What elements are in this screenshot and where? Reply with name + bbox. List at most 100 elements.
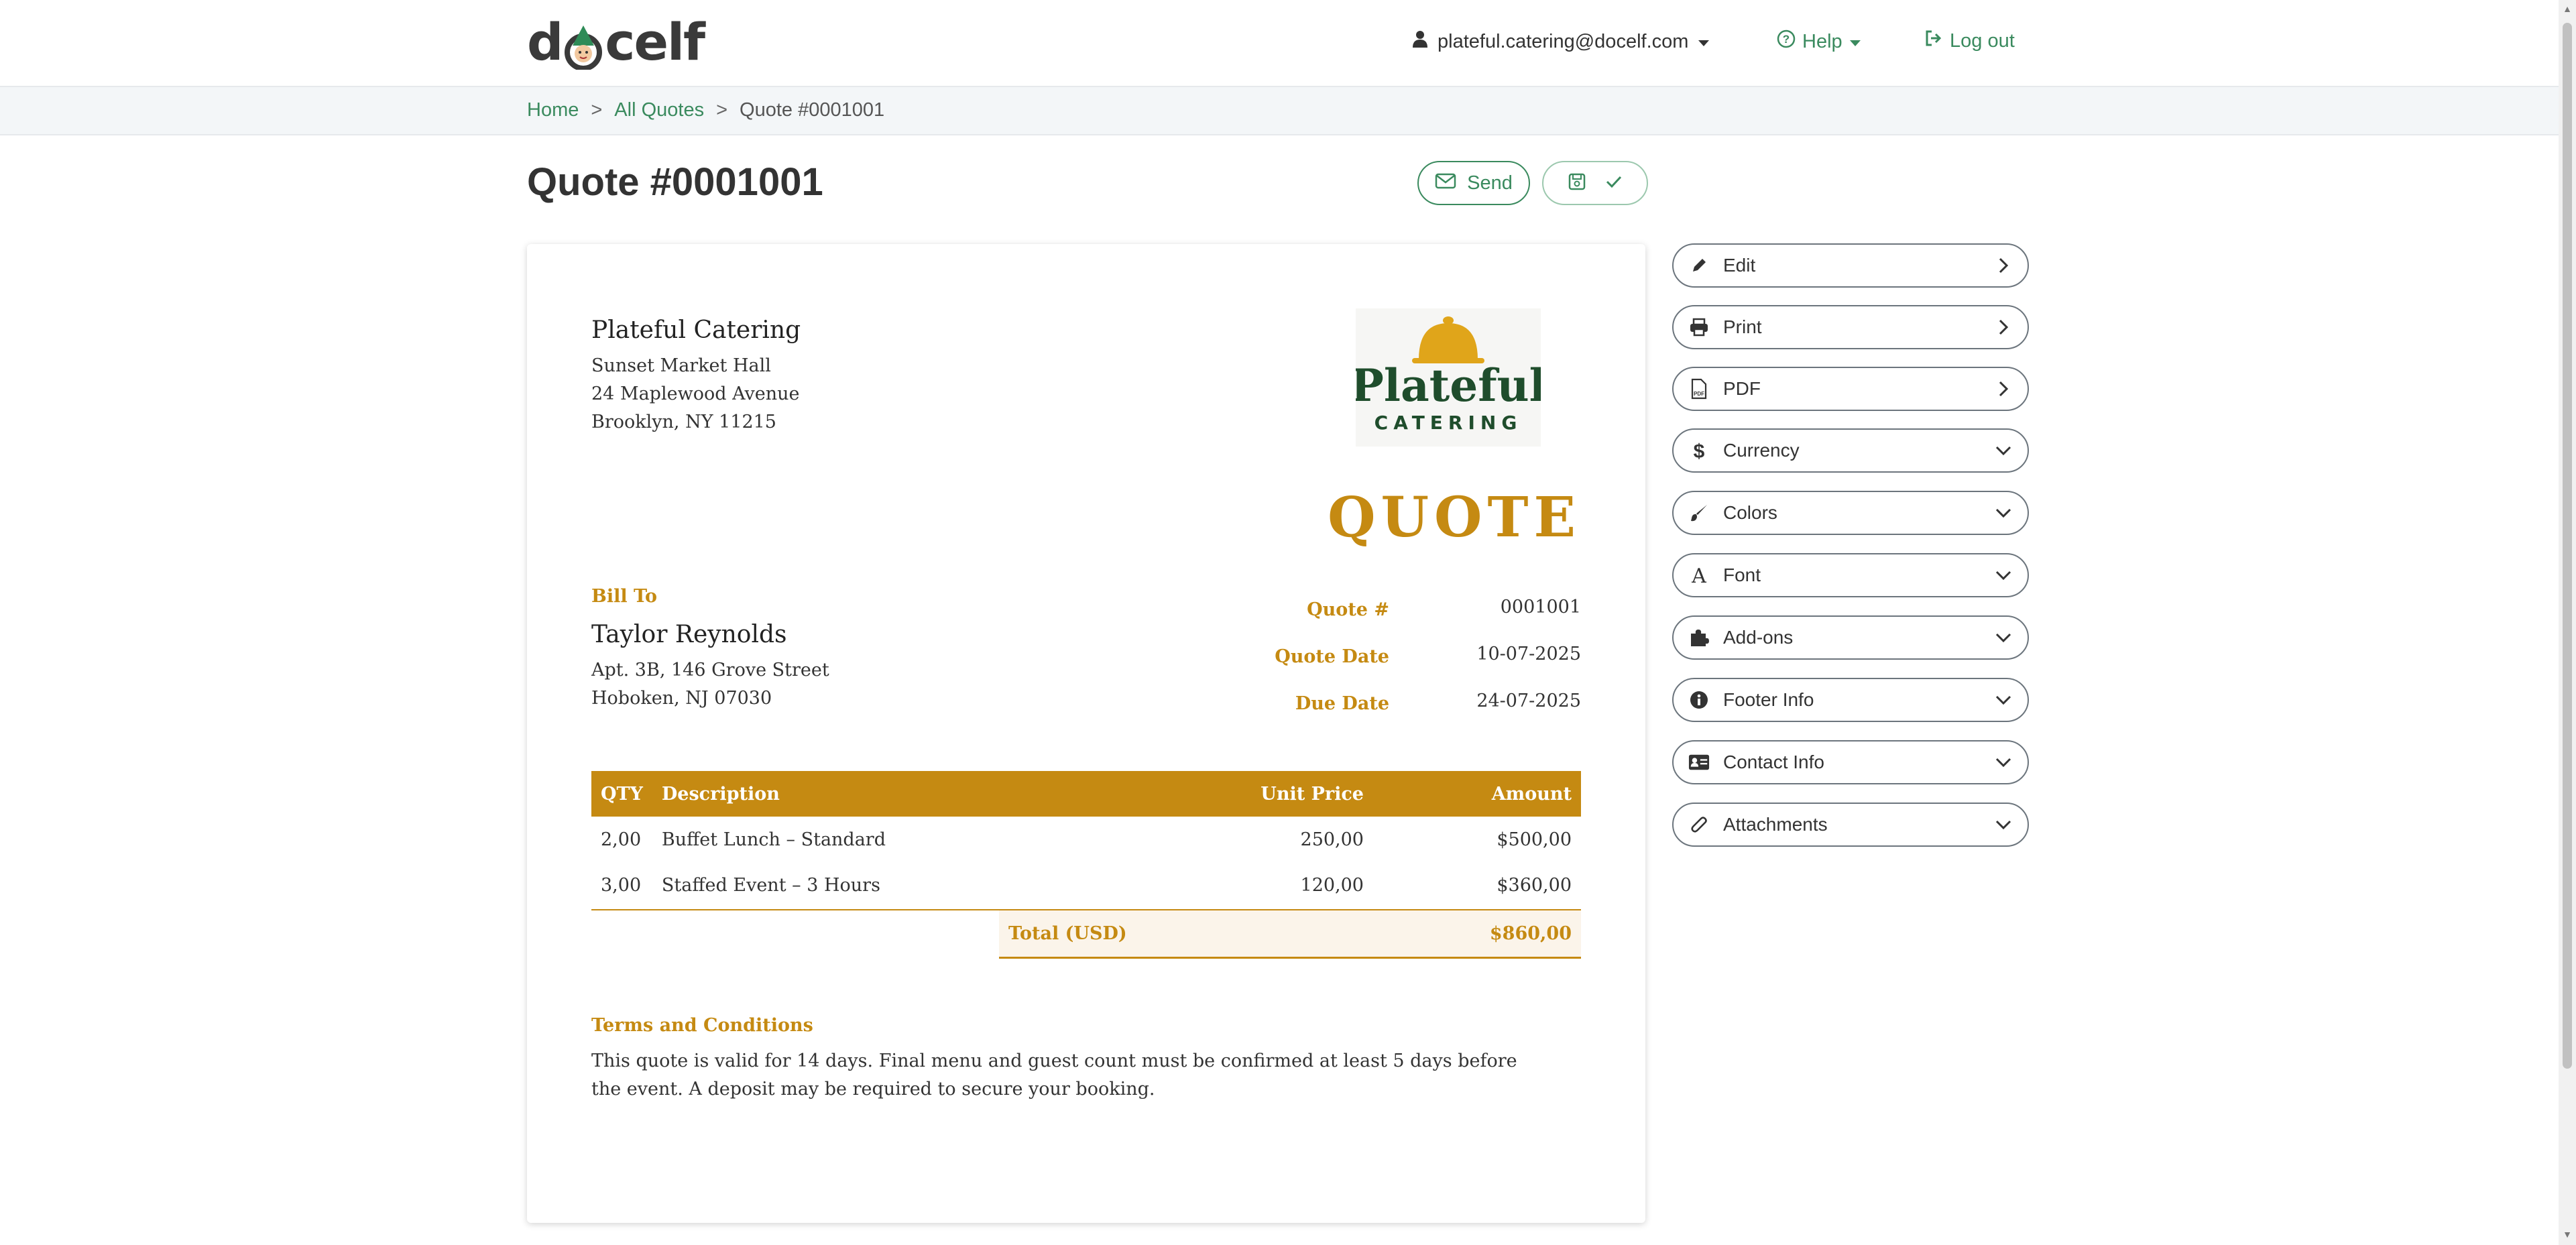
scrollbar-thumb[interactable]	[2563, 23, 2572, 1069]
scroll-up-arrow-icon[interactable]: ▲	[2563, 4, 2572, 13]
breadcrumb-home[interactable]: Home	[527, 99, 579, 121]
user-menu[interactable]: plateful.catering@docelf.com	[1412, 29, 1710, 54]
breadcrumb-separator: >	[716, 99, 728, 121]
print-button[interactable]: Print	[1672, 305, 2029, 349]
save-icon[interactable]	[1568, 172, 1586, 194]
pdf-label: PDF	[1723, 378, 1761, 399]
chevron-down-icon	[1994, 503, 2013, 522]
chevron-right-icon	[1994, 318, 2013, 337]
user-email: plateful.catering@docelf.com	[1438, 30, 1689, 52]
chevron-down-icon	[1994, 753, 2013, 772]
client-address-line: Apt. 3B, 146 Grove Street	[591, 660, 829, 680]
chevron-down-icon	[1994, 628, 2013, 647]
row-qty: 2,00	[601, 829, 642, 850]
chevron-right-icon	[1994, 379, 2013, 398]
currency-button[interactable]: $ Currency	[1672, 428, 2029, 473]
column-header-unit-price: Unit Price	[1132, 771, 1373, 817]
chevron-right-icon	[1994, 256, 2013, 275]
column-header-amount: Amount	[1373, 771, 1581, 817]
logout-link[interactable]: Log out	[1924, 29, 2015, 52]
contact-info-label: Contact Info	[1723, 752, 1824, 772]
bill-to-label: Bill To	[591, 586, 657, 607]
due-date-value: 24-07-2025	[1476, 691, 1581, 711]
company-address-line: Brooklyn, NY 11215	[591, 412, 776, 432]
breadcrumb-all-quotes[interactable]: All Quotes	[614, 99, 704, 121]
paperclip-icon	[1688, 814, 1710, 835]
total-box: Total (USD) $860,00	[999, 910, 1581, 959]
row-unit-price: 250,00	[1300, 829, 1364, 850]
check-icon	[1605, 175, 1623, 192]
colors-button[interactable]: Colors	[1672, 491, 2029, 535]
help-label: Help	[1802, 30, 1842, 52]
add-ons-button[interactable]: Add-ons	[1672, 615, 2029, 660]
line-items-table: QTY Description Unit Price Amount 2,00 B…	[591, 771, 1581, 908]
sign-out-icon	[1924, 29, 1943, 52]
chevron-down-icon	[1994, 691, 2013, 709]
total-label: Total (USD)	[1008, 923, 1127, 944]
info-icon	[1688, 689, 1710, 711]
elf-mascot-icon	[563, 22, 603, 71]
top-navbar: d celf plateful.catering@docelf.com ? He…	[0, 0, 2576, 87]
row-description: Staffed Event – 3 Hours	[661, 874, 880, 896]
attachments-label: Attachments	[1723, 814, 1828, 835]
help-menu[interactable]: ? Help	[1777, 29, 1861, 54]
paintbrush-icon	[1688, 502, 1710, 524]
page-scrollbar[interactable]: ▲ ▼	[2559, 0, 2576, 1245]
chevron-down-icon	[1994, 815, 2013, 834]
contact-info-button[interactable]: Contact Info	[1672, 740, 2029, 784]
logo-word-plateful: Plateful	[1356, 359, 1541, 412]
quote-number-value: 0001001	[1500, 597, 1581, 617]
svg-text:$: $	[1694, 440, 1705, 461]
table-row: 2,00 Buffet Lunch – Standard 250,00 $500…	[591, 817, 1581, 862]
question-circle-icon: ?	[1777, 29, 1796, 54]
page-title: Quote #0001001	[527, 160, 823, 204]
total-value: $860,00	[1489, 923, 1572, 944]
font-button[interactable]: A Font	[1672, 553, 2029, 597]
currency-label: Currency	[1723, 440, 1800, 461]
contact-card-icon	[1688, 752, 1710, 773]
font-icon: A	[1688, 565, 1710, 586]
send-button[interactable]: Send	[1417, 161, 1530, 205]
client-name: Taylor Reynolds	[591, 621, 787, 648]
docelf-logo[interactable]: d celf	[527, 12, 705, 72]
send-label: Send	[1467, 172, 1513, 194]
printer-icon	[1688, 316, 1710, 338]
client-address-line: Hoboken, NJ 07030	[591, 688, 772, 709]
print-label: Print	[1723, 316, 1762, 337]
row-qty: 3,00	[601, 874, 642, 896]
row-amount: $500,00	[1497, 829, 1572, 850]
row-amount: $360,00	[1497, 874, 1572, 896]
table-row: 3,00 Staffed Event – 3 Hours 120,00 $360…	[591, 862, 1581, 908]
chevron-down-icon	[1994, 566, 2013, 585]
edit-button[interactable]: Edit	[1672, 243, 2029, 288]
caret-down-icon	[1698, 31, 1710, 53]
pdf-file-icon: PDF	[1688, 378, 1710, 400]
footer-info-button[interactable]: Footer Info	[1672, 678, 2029, 722]
logo-word-catering: CATERING	[1374, 412, 1523, 434]
quote-document: Plateful Catering Sunset Market Hall 24 …	[527, 244, 1645, 1223]
pdf-button[interactable]: PDF PDF	[1672, 367, 2029, 411]
column-header-description: Description	[652, 771, 1132, 817]
scroll-down-arrow-icon[interactable]: ▼	[2563, 1230, 2572, 1239]
breadcrumb-separator: >	[591, 99, 603, 121]
quote-date-label: Quote Date	[1275, 646, 1389, 667]
dollar-icon: $	[1688, 440, 1710, 461]
logout-label: Log out	[1950, 29, 2015, 52]
add-ons-label: Add-ons	[1723, 627, 1794, 648]
edit-label: Edit	[1723, 255, 1756, 276]
footer-info-label: Footer Info	[1723, 689, 1814, 710]
row-description: Buffet Lunch – Standard	[661, 829, 886, 850]
attachments-button[interactable]: Attachments	[1672, 803, 2029, 847]
svg-text:A: A	[1691, 566, 1706, 585]
logo-text-celf: celf	[605, 11, 705, 72]
company-logo: Plateful CATERING	[1350, 308, 1546, 447]
save-status-group[interactable]	[1542, 161, 1648, 205]
user-icon	[1412, 29, 1428, 54]
due-date-label: Due Date	[1295, 693, 1389, 714]
pencil-icon	[1688, 255, 1710, 276]
puzzle-icon	[1688, 627, 1710, 648]
document-type-heading: QUOTE	[1328, 485, 1581, 550]
colors-label: Colors	[1723, 502, 1777, 523]
breadcrumb: Home > All Quotes > Quote #0001001	[527, 99, 884, 121]
terms-text: This quote is valid for 14 days. Final m…	[591, 1051, 1517, 1100]
